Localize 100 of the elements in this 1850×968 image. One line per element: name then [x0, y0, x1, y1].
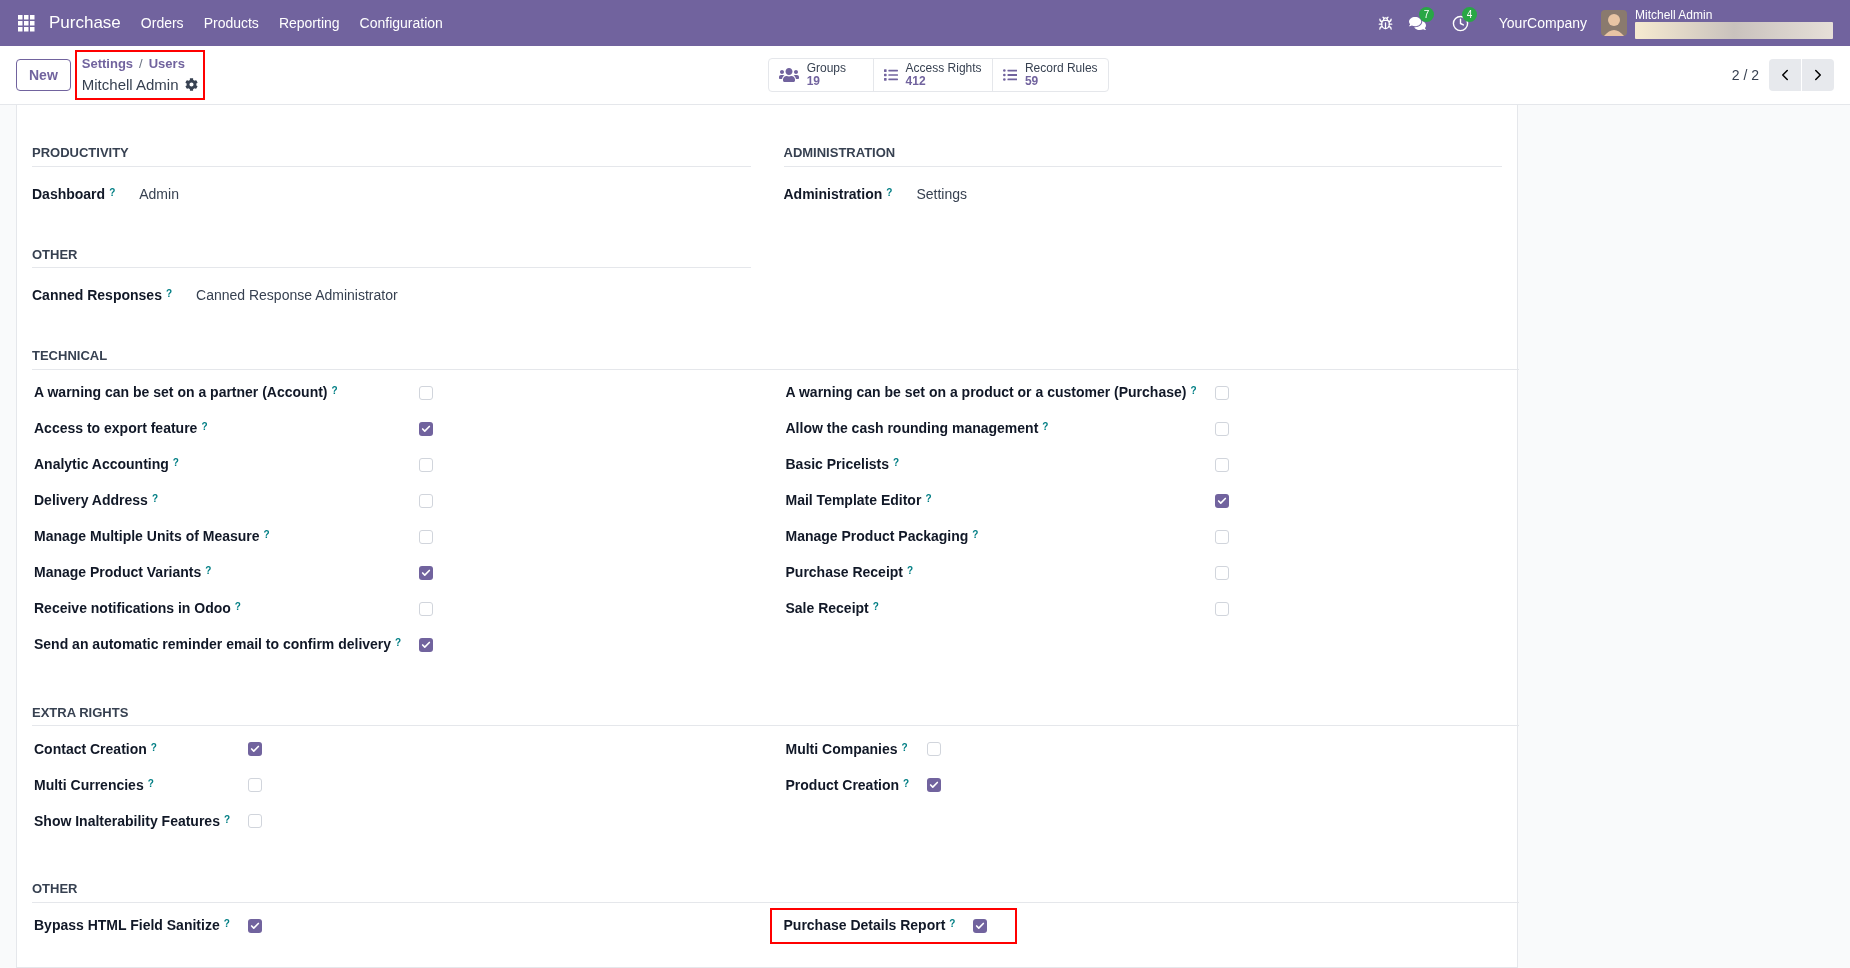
help-tooltip-icon[interactable]: ?: [901, 741, 908, 753]
help-tooltip-icon[interactable]: ?: [907, 565, 914, 576]
checkbox[interactable]: [248, 778, 263, 792]
list-icon: [1002, 66, 1017, 84]
settings-icon[interactable]: [184, 78, 198, 92]
menu-item[interactable]: Products: [193, 12, 269, 34]
bug-icon[interactable]: [1377, 15, 1393, 31]
help-tooltip-icon[interactable]: ?: [872, 601, 879, 612]
help-tooltip-icon[interactable]: ?: [151, 493, 158, 504]
apps-menu-icon[interactable]: [18, 14, 35, 32]
help-tooltip-icon[interactable]: ?: [223, 813, 231, 825]
help-tooltip-icon[interactable]: ?: [223, 918, 230, 929]
field-label: Delivery Address $^{?}$: [34, 491, 159, 510]
field-value: Canned Response Administrator: [196, 286, 398, 305]
help-tooltip-icon[interactable]: ?: [109, 186, 116, 198]
clock-icon[interactable]: [1451, 14, 1469, 32]
help-tooltip-icon[interactable]: ?: [165, 288, 173, 299]
breadcrumb-link[interactable]: Users: [148, 54, 185, 74]
help-tooltip-icon[interactable]: ?: [949, 918, 956, 929]
section-heading: PRODUCTIVITY: [32, 144, 130, 162]
help-tooltip-icon[interactable]: ?: [331, 385, 338, 396]
field-label: Contact Creation $^{?}$: [34, 739, 158, 759]
stat-value: 19: [806, 75, 820, 88]
stat-value: 59: [1024, 75, 1040, 88]
help-tooltip-icon[interactable]: ?: [263, 529, 270, 540]
help-tooltip-icon[interactable]: ?: [234, 601, 241, 612]
avatar-icon[interactable]: [1601, 10, 1627, 36]
stat-label: Access Rights: [905, 62, 982, 75]
checkbox[interactable]: [419, 529, 434, 544]
users-icon: [778, 65, 799, 85]
field-label: Purchase Receipt $^{?}$: [785, 563, 915, 582]
checkbox[interactable]: [248, 814, 263, 828]
field-label: Mail Template Editor $^{?}$: [785, 491, 933, 510]
user-name[interactable]: Mitchell Admin: [1635, 7, 1833, 22]
help-tooltip-icon[interactable]: ?: [147, 777, 154, 789]
field-label: Manage Multiple Units of Measure $^{?}$: [34, 527, 271, 546]
field-label: Show Inalterability Features $^{?}$: [34, 811, 231, 831]
menu-item[interactable]: Configuration: [349, 12, 453, 34]
help-tooltip-icon[interactable]: ?: [925, 493, 932, 504]
previous-button[interactable]: [1769, 59, 1801, 91]
stat-label: Record Rules: [1024, 62, 1098, 75]
checkbox[interactable]: [1214, 493, 1229, 508]
checkbox[interactable]: [419, 457, 434, 472]
field-label: Receive notifications in Odoo $^{?}$: [34, 599, 242, 618]
section-heading: ADMINISTRATION: [783, 144, 897, 162]
checkbox[interactable]: [1214, 385, 1229, 400]
help-tooltip-icon[interactable]: ?: [172, 457, 179, 468]
checkbox[interactable]: [927, 778, 942, 792]
app-name[interactable]: Purchase: [49, 10, 121, 36]
field-label: Multi Currencies $^{?}$: [34, 775, 155, 795]
section-heading: OTHER: [32, 245, 79, 264]
company-name[interactable]: YourCompany: [1498, 12, 1587, 34]
next-button[interactable]: [1802, 59, 1834, 91]
checkbox[interactable]: [927, 742, 942, 756]
menu-item[interactable]: Orders: [130, 12, 194, 34]
checkbox[interactable]: [419, 421, 434, 436]
checkbox[interactable]: [1214, 601, 1229, 616]
checkbox[interactable]: [419, 385, 434, 400]
help-tooltip-icon[interactable]: ?: [1190, 385, 1197, 396]
stat-button[interactable]: Groups 19: [768, 59, 873, 91]
checkbox[interactable]: [247, 918, 262, 933]
checkbox[interactable]: [419, 565, 434, 580]
field-label: Purchase Details Report $^{?}$: [783, 916, 956, 935]
stat-button[interactable]: Record Rules 59: [991, 59, 1108, 91]
field-label: Manage Product Packaging $^{?}$: [785, 527, 980, 546]
help-tooltip-icon[interactable]: ?: [205, 565, 212, 576]
field-label: Analytic Accounting $^{?}$: [34, 455, 180, 474]
section-heading: EXTRA RIGHTS: [32, 703, 130, 722]
help-tooltip-icon[interactable]: ?: [201, 421, 208, 432]
help-tooltip-icon[interactable]: ?: [893, 457, 900, 468]
notification-badge: 4: [1461, 6, 1478, 22]
checkbox[interactable]: [1214, 529, 1229, 544]
stat-button[interactable]: Access Rights 412: [872, 59, 992, 91]
breadcrumb-separator: /: [139, 55, 143, 73]
field-label: Multi Companies $^{?}$: [785, 739, 909, 759]
checkbox[interactable]: [419, 637, 434, 652]
field-label: Access to export feature $^{?}$: [34, 419, 209, 438]
help-tooltip-icon[interactable]: ?: [972, 529, 979, 540]
field-label: Canned Responses $^{?}$: [32, 286, 173, 305]
breadcrumb-link[interactable]: Settings: [81, 54, 134, 74]
help-tooltip-icon[interactable]: ?: [903, 777, 910, 789]
help-tooltip-icon[interactable]: ?: [1042, 421, 1049, 432]
checkbox[interactable]: [1214, 457, 1229, 472]
checkbox[interactable]: [1214, 565, 1229, 580]
new-button[interactable]: New: [16, 59, 71, 91]
checkbox[interactable]: [1214, 421, 1229, 436]
field-label: Send an automatic reminder email to confirm delivery $^{?}$: [34, 635, 402, 654]
field-label: Product Creation $^{?}$: [785, 775, 910, 795]
checkbox[interactable]: [419, 493, 434, 508]
checkbox[interactable]: [419, 601, 434, 616]
checkbox[interactable]: [973, 918, 988, 933]
menu-item[interactable]: Reporting: [268, 12, 350, 34]
list-icon: [883, 66, 898, 84]
help-tooltip-icon[interactable]: ?: [886, 186, 893, 198]
chat-icon[interactable]: [1408, 14, 1426, 32]
field-value: Settings: [916, 184, 967, 204]
section-heading: OTHER: [32, 880, 79, 898]
help-tooltip-icon[interactable]: ?: [395, 637, 402, 648]
checkbox[interactable]: [248, 742, 263, 756]
help-tooltip-icon[interactable]: ?: [150, 741, 157, 753]
